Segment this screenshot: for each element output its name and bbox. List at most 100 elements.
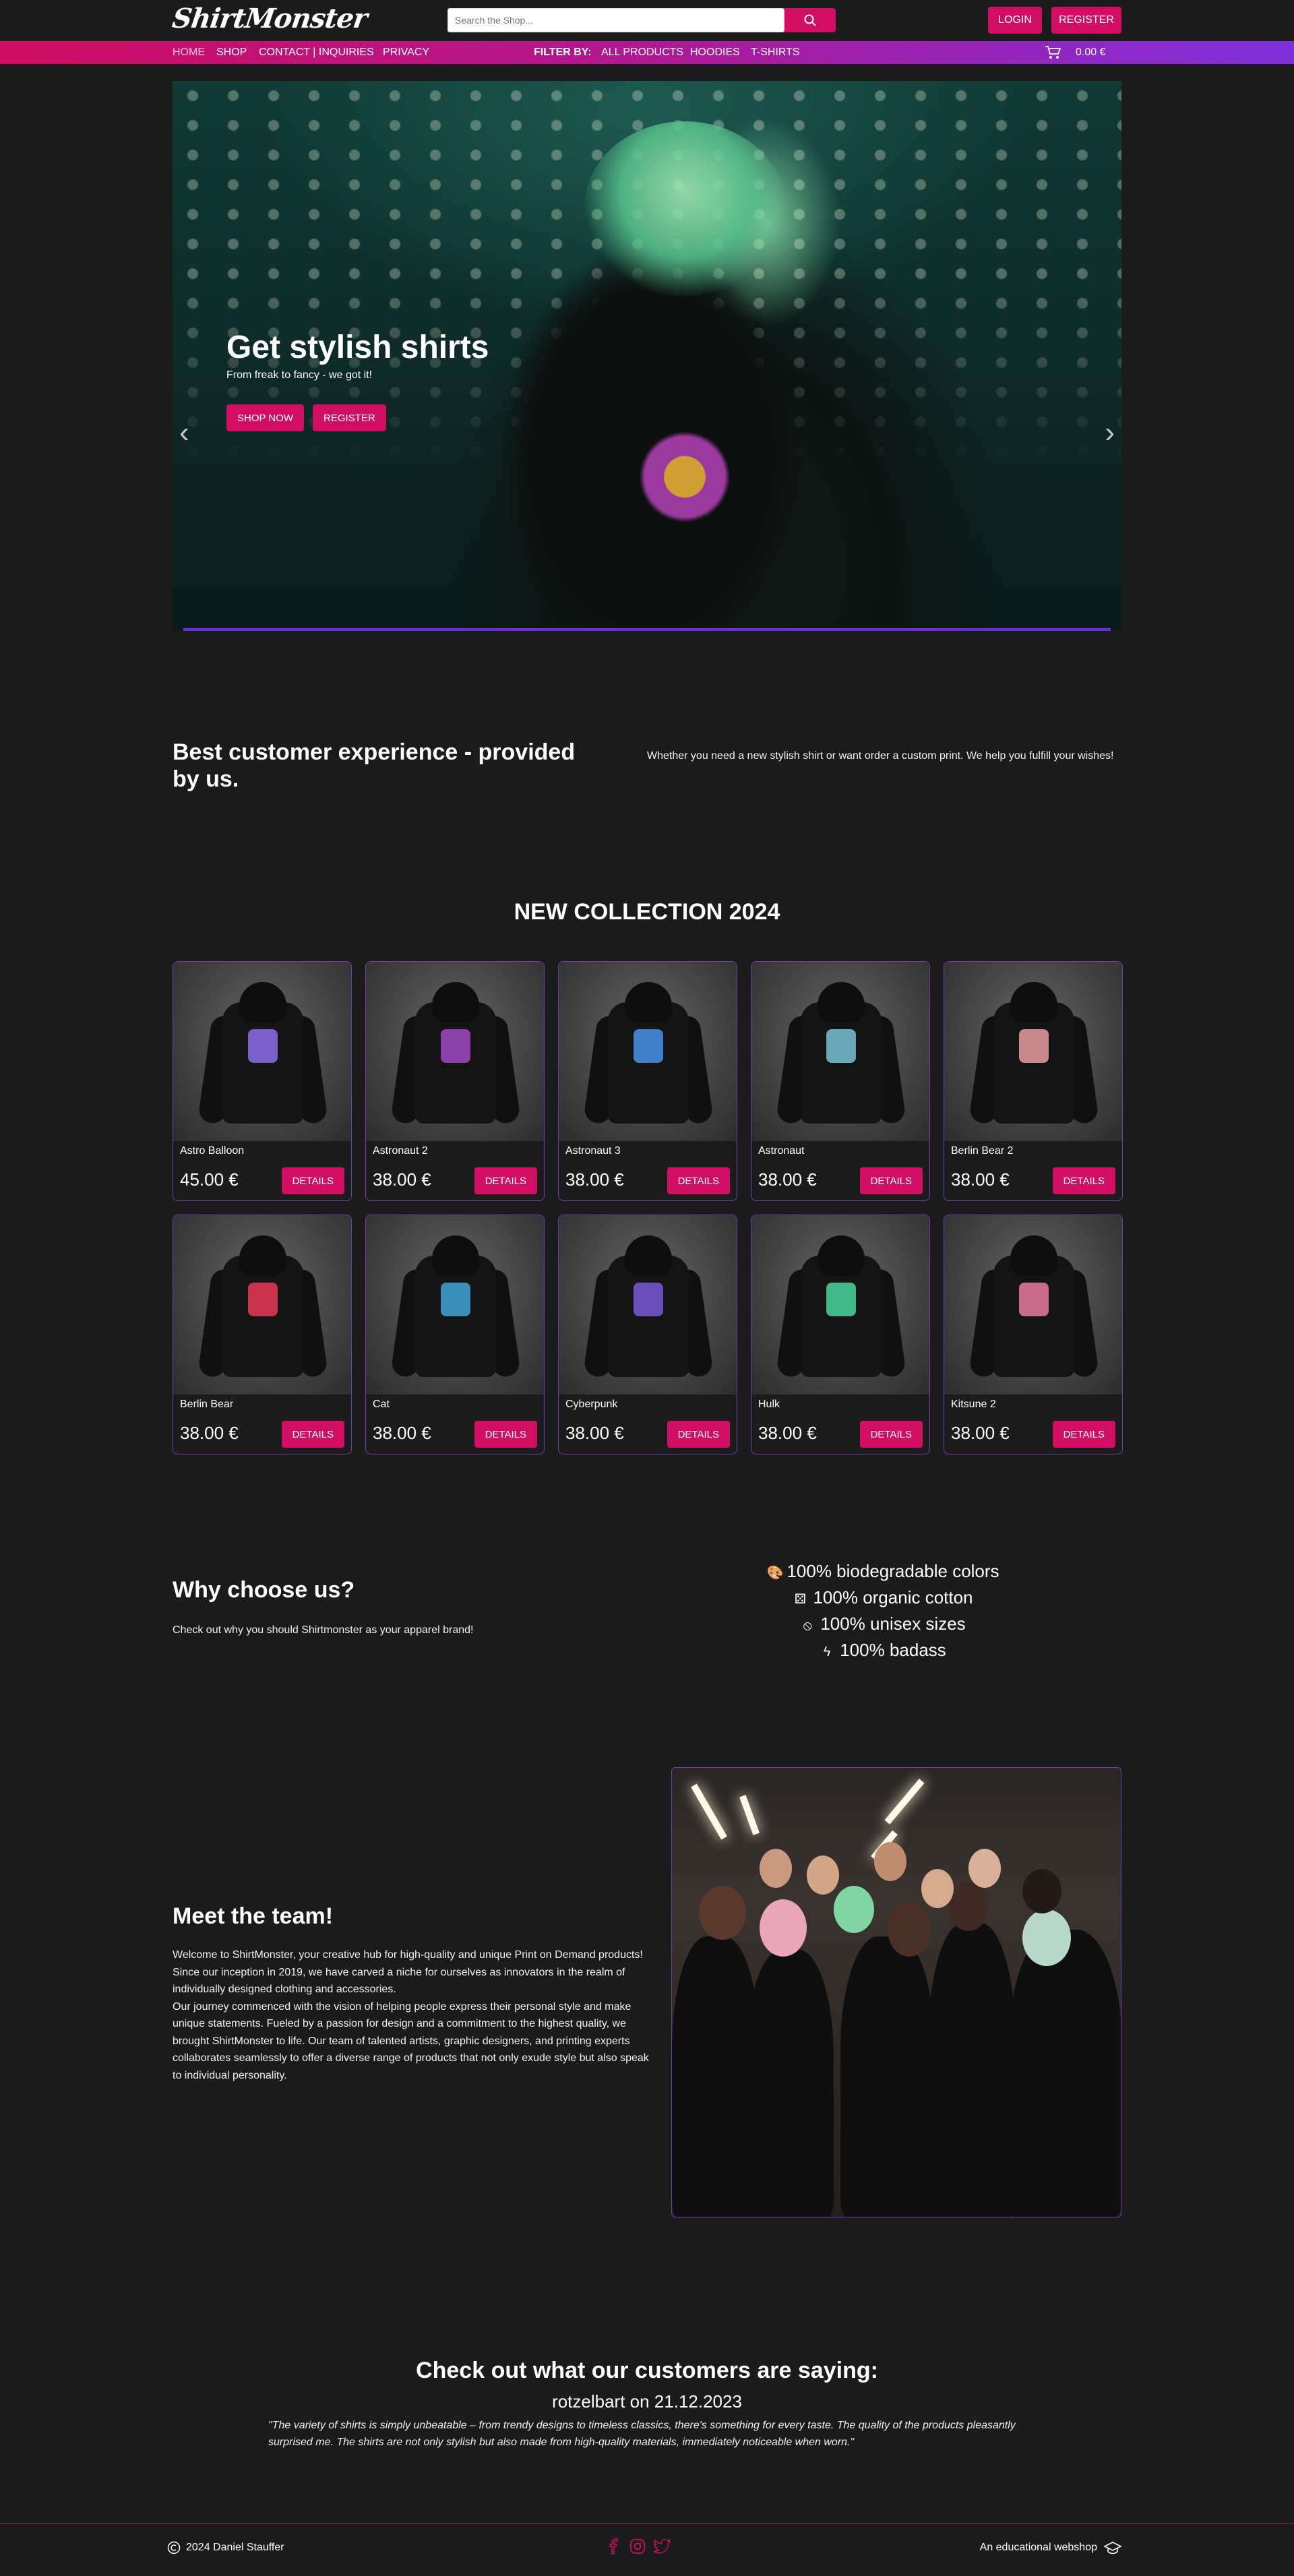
carousel-next-icon[interactable]: › <box>1105 418 1115 448</box>
hero-carousel: ‹ › Get stylish shirts From freak to fan… <box>173 81 1121 631</box>
product-card[interactable]: Astronaut 38.00 € DETAILS <box>751 961 930 1201</box>
nav-shop[interactable]: SHOP <box>216 41 247 64</box>
details-button[interactable]: DETAILS <box>859 1167 923 1194</box>
twitter-icon[interactable] <box>654 2538 671 2554</box>
product-price: 38.00 € <box>373 1169 431 1190</box>
hoodie-print <box>441 1029 470 1063</box>
product-image[interactable] <box>366 962 544 1141</box>
product-name[interactable]: Kitsune 2 <box>951 1399 996 1411</box>
product-card[interactable]: Kitsune 2 38.00 € DETAILS <box>944 1215 1123 1454</box>
product-card[interactable]: Cat 38.00 € DETAILS <box>365 1215 545 1454</box>
details-button[interactable]: DETAILS <box>667 1167 730 1194</box>
search-input[interactable] <box>448 8 784 32</box>
details-button[interactable]: DETAILS <box>474 1167 537 1194</box>
filter-tshirts[interactable]: T-SHIRTS <box>751 41 800 64</box>
nav-contact[interactable]: CONTACT | INQUIRIES <box>259 41 374 64</box>
hero-subtitle: From freak to fancy - we got it! <box>226 369 373 381</box>
product-name[interactable]: Berlin Bear 2 <box>951 1145 1014 1157</box>
product-image[interactable] <box>559 1215 737 1394</box>
product-price: 38.00 € <box>180 1423 239 1443</box>
product-card[interactable]: Astro Balloon 45.00 € DETAILS <box>173 961 352 1201</box>
details-button[interactable]: DETAILS <box>1052 1421 1115 1448</box>
hoodie-graphic <box>390 975 521 1130</box>
hoodie-print <box>441 1283 470 1316</box>
hoodie-graphic <box>583 1229 714 1384</box>
main-navbar: HOME SHOP CONTACT | INQUIRIES PRIVACY FI… <box>0 41 1294 64</box>
product-name[interactable]: Astronaut 3 <box>565 1145 621 1157</box>
product-image[interactable] <box>173 962 351 1141</box>
filter-hoodies[interactable]: HOODIES <box>690 41 740 64</box>
feature-item: ⚄ 100% organic cotton <box>674 1585 1092 1610</box>
details-button[interactable]: DETAILS <box>281 1421 344 1448</box>
footer-copyright: 2024 Daniel Stauffer <box>167 2541 284 2554</box>
cart-button[interactable] <box>1045 41 1062 64</box>
hoodie-print <box>1019 1283 1049 1316</box>
product-name[interactable]: Cyberpunk <box>565 1399 617 1411</box>
product-image[interactable] <box>751 962 929 1141</box>
login-button[interactable]: LOGIN <box>988 7 1042 34</box>
hero-shop-now-button[interactable]: SHOP NOW <box>226 404 305 431</box>
product-image[interactable] <box>559 962 737 1141</box>
product-card[interactable]: Astronaut 3 38.00 € DETAILS <box>558 961 737 1201</box>
facebook-icon[interactable] <box>607 2538 621 2554</box>
instagram-icon[interactable] <box>629 2538 646 2554</box>
register-button[interactable]: REGISTER <box>1051 7 1121 34</box>
member-head <box>699 1886 746 1940</box>
product-name[interactable]: Astronaut <box>758 1145 804 1157</box>
feature-item: ϟ 100% badass <box>674 1637 1092 1663</box>
product-name[interactable]: Cat <box>373 1399 390 1411</box>
hoodie-graphic <box>776 975 906 1130</box>
nav-privacy[interactable]: PRIVACY <box>383 41 429 64</box>
details-button[interactable]: DETAILS <box>1052 1167 1115 1194</box>
carousel-indicator[interactable] <box>183 628 1111 631</box>
details-button[interactable]: DETAILS <box>859 1421 923 1448</box>
hoodie-graphic <box>968 1229 1099 1384</box>
product-image[interactable] <box>944 1215 1122 1394</box>
why-text: Check out why you should Shirtmonster as… <box>173 1624 474 1636</box>
member-head <box>1022 1909 1071 1966</box>
search-button[interactable] <box>784 8 836 32</box>
product-image[interactable] <box>944 962 1122 1141</box>
product-card[interactable]: Astronaut 2 38.00 € DETAILS <box>365 961 545 1201</box>
product-image[interactable] <box>751 1215 929 1394</box>
team-photo <box>671 1767 1121 2217</box>
details-button[interactable]: DETAILS <box>281 1167 344 1194</box>
details-button[interactable]: DETAILS <box>667 1421 730 1448</box>
product-name[interactable]: Astro Balloon <box>180 1145 244 1157</box>
product-card[interactable]: Hulk 38.00 € DETAILS <box>751 1215 930 1454</box>
nav-home[interactable]: HOME <box>173 41 205 64</box>
palette-icon: 🎨 <box>766 1566 784 1581</box>
product-image[interactable] <box>366 1215 544 1394</box>
footer-tagline: An educational webshop <box>980 2541 1121 2554</box>
product-price: 38.00 € <box>565 1423 624 1443</box>
testimonial-title: Check out what our customers are saying: <box>416 2358 878 2383</box>
product-card[interactable]: Berlin Bear 38.00 € DETAILS <box>173 1215 352 1454</box>
member-head <box>760 1899 807 1957</box>
product-price: 38.00 € <box>758 1169 817 1190</box>
feature-label: 100% biodegradable colors <box>787 1561 999 1581</box>
product-name[interactable]: Berlin Bear <box>180 1399 233 1411</box>
hoodie-print <box>248 1029 278 1063</box>
team-member <box>840 1936 935 2217</box>
intro-title: Best customer experience - provided by u… <box>173 739 576 792</box>
product-image[interactable] <box>173 1215 351 1394</box>
product-name[interactable]: Hulk <box>758 1399 780 1411</box>
filter-all-products[interactable]: ALL PRODUCTS <box>601 41 683 64</box>
carousel-prev-icon[interactable]: ‹ <box>179 418 189 448</box>
product-card[interactable]: Berlin Bear 2 38.00 € DETAILS <box>944 961 1123 1201</box>
member-head <box>834 1886 874 1933</box>
copyright-text: 2024 Daniel Stauffer <box>186 2542 284 2553</box>
ceiling-lamp <box>691 1783 727 1840</box>
product-card[interactable]: Cyberpunk 38.00 € DETAILS <box>558 1215 737 1454</box>
product-price: 38.00 € <box>951 1423 1010 1443</box>
search-icon <box>804 14 816 26</box>
collection-title: NEW COLLECTION 2024 <box>514 899 780 925</box>
cart-total[interactable]: 0.00 € <box>1076 41 1105 64</box>
product-name[interactable]: Astronaut 2 <box>373 1145 428 1157</box>
hero-register-button[interactable]: REGISTER <box>313 404 386 431</box>
details-button[interactable]: DETAILS <box>474 1421 537 1448</box>
member-head <box>888 1903 931 1957</box>
site-logo[interactable]: ShirtMonster <box>171 3 369 34</box>
slash-circle-icon: ⦸ <box>803 1618 812 1633</box>
feature-item: 🎨 100% biodegradable colors <box>674 1558 1092 1584</box>
